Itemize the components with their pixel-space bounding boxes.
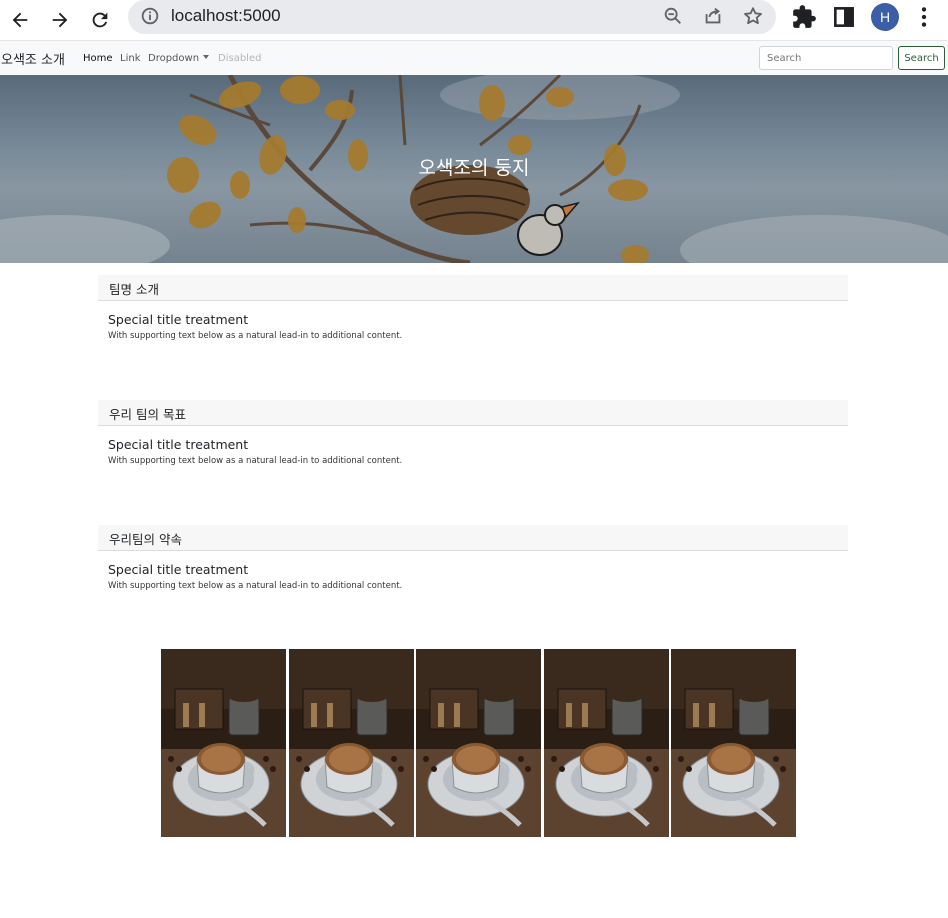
site-navbar: 오색조 소개 Home Link Dropdown Disabled Searc…	[0, 40, 948, 75]
info-icon[interactable]	[139, 5, 163, 29]
card-text: With supporting text below as a natural …	[108, 581, 403, 591]
forward-arrow-icon[interactable]	[44, 4, 76, 36]
card-header: 우리 팀의 목표	[98, 400, 848, 426]
card-title: Special title treatment	[108, 437, 249, 452]
reload-icon[interactable]	[84, 4, 116, 36]
card-team-promise: 우리팀의 약속 Special title treatment With sup…	[98, 525, 848, 591]
card-team-goal: 우리 팀의 목표 Special title treatment With su…	[98, 400, 848, 466]
nav-link-home[interactable]: Home	[83, 53, 113, 64]
browser-toolbar: localhost:5000 H	[0, 0, 948, 40]
address-bar[interactable]: localhost:5000	[128, 0, 776, 34]
card-header: 팀명 소개	[98, 275, 848, 301]
profile-avatar[interactable]: H	[871, 3, 899, 31]
more-icon[interactable]	[911, 4, 937, 30]
card-title: Special title treatment	[108, 562, 249, 577]
nav-link-disabled: Disabled	[218, 53, 262, 64]
card-team-name: 팀명 소개 Special title treatment With suppo…	[98, 275, 848, 341]
nav-dropdown-label: Dropdown	[148, 53, 200, 64]
navbar-brand[interactable]: 오색조 소개	[1, 49, 65, 68]
search-button[interactable]: Search	[898, 46, 945, 70]
back-arrow-icon[interactable]	[4, 4, 36, 36]
card-title: Special title treatment	[108, 312, 249, 327]
nav-link-link[interactable]: Link	[120, 53, 140, 64]
star-icon[interactable]	[742, 5, 766, 29]
hero-banner: 오색조의 둥지	[0, 75, 948, 263]
url-text: localhost:5000	[171, 6, 281, 25]
extensions-icon[interactable]	[791, 4, 817, 30]
zoom-out-icon[interactable]	[662, 5, 686, 29]
gallery-image-coffee-cup[interactable]	[671, 649, 796, 837]
share-icon[interactable]	[702, 5, 726, 29]
gallery-image-coffee-cup[interactable]	[544, 649, 669, 837]
caret-down-icon	[203, 55, 210, 59]
search-input[interactable]	[759, 46, 893, 70]
gallery-image-coffee-cup[interactable]	[161, 649, 286, 837]
card-header: 우리팀의 약속	[98, 525, 848, 551]
gallery-image-coffee-cup[interactable]	[289, 649, 414, 837]
card-text: With supporting text below as a natural …	[108, 456, 403, 466]
side-panel-icon[interactable]	[831, 4, 857, 30]
hero-title: 오색조의 둥지	[418, 157, 530, 179]
card-text: With supporting text below as a natural …	[108, 331, 403, 341]
nav-dropdown-toggle[interactable]: Dropdown	[148, 53, 210, 64]
gallery-image-coffee-cup[interactable]	[416, 649, 541, 837]
